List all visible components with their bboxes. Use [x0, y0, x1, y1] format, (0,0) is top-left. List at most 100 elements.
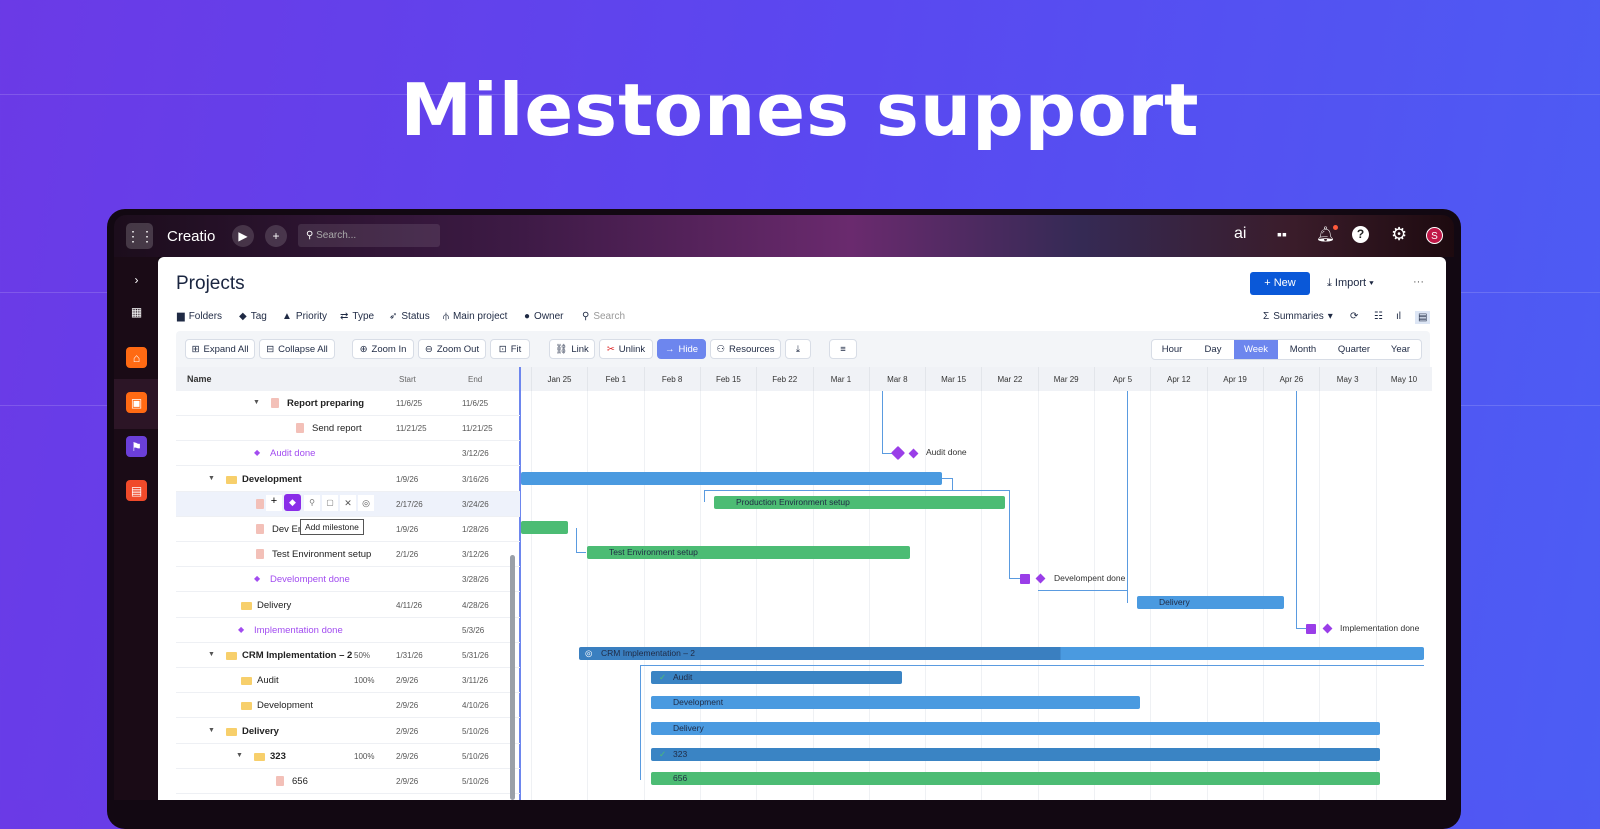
scrollbar[interactable]	[510, 555, 515, 800]
table-row[interactable]: 656 2/9/26 5/10/26	[176, 769, 520, 794]
table-row[interactable]: ◆ Develompent done 3/28/26	[176, 567, 520, 593]
collapse-toggle-icon[interactable]: ▼	[253, 399, 260, 406]
unlink-button[interactable]: ✂ Unlink	[599, 339, 653, 359]
filter-type[interactable]: ⇄ Type	[340, 311, 374, 322]
filter-tag[interactable]: ◆ Tag	[239, 311, 267, 322]
apps-icon[interactable]: ▪▪	[1277, 226, 1287, 242]
refresh-icon[interactable]: ⟳	[1350, 311, 1358, 322]
add-button[interactable]: +	[265, 225, 287, 247]
menu-button[interactable]: ≡	[829, 339, 857, 359]
bar-delivery[interactable]: Delivery	[1137, 596, 1284, 609]
hide-button[interactable]: → Hide	[657, 339, 706, 359]
help-icon[interactable]: ?	[1352, 226, 1369, 243]
add-milestone-button[interactable]: ◆	[284, 494, 301, 511]
scale-day[interactable]: Day	[1192, 340, 1234, 359]
new-button[interactable]: + New	[1250, 272, 1310, 295]
bar-production-setup[interactable]: Production Environment setup	[714, 496, 1005, 509]
row-hover-actions: + ◆ ⚲ ▢ ✕ ◎	[264, 494, 374, 512]
column-end[interactable]: End	[468, 375, 482, 384]
bar-crm-implementation[interactable]: ◎ CRM Implementation – 2	[579, 647, 1424, 660]
add-subtask-icon[interactable]: +	[266, 495, 282, 511]
scale-month[interactable]: Month	[1278, 340, 1328, 359]
scale-week[interactable]: Week	[1234, 340, 1278, 359]
table-row[interactable]: Send report 11/21/25 11/21/25	[176, 416, 520, 442]
collapse-toggle-icon[interactable]: ▼	[236, 752, 243, 759]
table-row[interactable]: ◆ Implementation done 5/3/26	[176, 618, 520, 643]
week-header: Apr 5	[1094, 367, 1150, 391]
expand-nav-icon[interactable]: ›	[126, 269, 147, 290]
dashboard-icon[interactable]: ▦	[126, 301, 147, 322]
collapse-toggle-icon[interactable]: ▼	[208, 475, 215, 482]
pin-icon[interactable]: ⚲	[304, 495, 320, 511]
scale-year[interactable]: Year	[1380, 340, 1421, 359]
gear-icon[interactable]: ⚙	[1391, 224, 1407, 245]
bar-323[interactable]: ✓ 323	[651, 748, 1380, 761]
bar-delivery-2[interactable]: Delivery	[651, 722, 1380, 735]
bar-test-setup[interactable]: Test Environment setup	[587, 546, 910, 559]
bar-656[interactable]: 656	[651, 772, 1380, 785]
zoom-out-button[interactable]: ⊖ Zoom Out	[418, 339, 486, 359]
grid-view-icon[interactable]: ☷	[1374, 311, 1383, 322]
link-button[interactable]: ⛓ Link	[549, 339, 595, 359]
fit-button[interactable]: ⊡ Fit	[490, 339, 530, 359]
row-end: 3/16/26	[462, 474, 489, 484]
bar-dev-environment[interactable]	[521, 521, 568, 534]
chart-view-icon[interactable]: ıl	[1396, 311, 1401, 322]
collapse-toggle-icon[interactable]: ▼	[208, 727, 215, 734]
filter-search-input[interactable]: ⚲ Search	[582, 311, 625, 322]
filter-owner[interactable]: ● Owner	[524, 311, 564, 322]
calendar-icon[interactable]: ▤	[126, 480, 147, 501]
table-row[interactable]: ▼ Report preparing 11/6/25 11/6/25	[176, 391, 520, 416]
bar-development[interactable]	[521, 472, 942, 485]
table-row[interactable]: ▼ Delivery 2/9/26 5/10/26	[176, 719, 520, 744]
table-row[interactable]: ◆ Audit done 3/12/26	[176, 441, 520, 467]
filter-priority[interactable]: ▲ Priority	[282, 311, 327, 322]
table-row[interactable]: ▼ Development 1/9/26 3/16/26	[176, 467, 520, 492]
scale-quarter[interactable]: Quarter	[1328, 340, 1380, 359]
table-row[interactable]: ▼ CRM Implementation – 2 50% 1/31/26 5/31/26	[176, 643, 520, 668]
flag-icon[interactable]: ⚑	[126, 436, 147, 457]
bar-development-2[interactable]: Development	[651, 696, 1140, 709]
collapse-toggle-icon[interactable]: ▼	[208, 651, 215, 658]
week-header: Apr 12	[1150, 367, 1207, 391]
zoom-in-button[interactable]: ⊕ Zoom In	[352, 339, 414, 359]
filter-main-project[interactable]: ⫛ Main project	[443, 311, 507, 322]
play-button[interactable]: ▶	[232, 225, 254, 247]
top-bar: ⋮⋮ Creatio ▶ + ⚲ Search... ai ▪▪ 🔔︎ ? ⚙ …	[114, 215, 1454, 257]
table-row[interactable]: Development 2/9/26 4/10/26	[176, 693, 520, 719]
more-button[interactable]: ···	[1413, 276, 1424, 288]
table-row[interactable]: Audit 100% 2/9/26 3/11/26	[176, 668, 520, 694]
table-row[interactable]: ▼ 323 100% 2/9/26 5/10/26	[176, 744, 520, 769]
projects-icon[interactable]: ▣	[126, 392, 147, 413]
milestone-icon: ◆	[254, 448, 261, 458]
column-name[interactable]: Name	[187, 374, 212, 384]
download-button[interactable]: ⤓	[785, 339, 811, 359]
row-name: Development	[257, 700, 313, 712]
resources-button[interactable]: ⚇ Resources	[710, 339, 781, 359]
complete-icon[interactable]: ◎	[358, 495, 374, 511]
delete-icon[interactable]: ✕	[340, 495, 356, 511]
week-header: Mar 29	[1037, 367, 1094, 391]
app-grid-button[interactable]: ⋮⋮	[126, 223, 154, 249]
summaries-dropdown[interactable]: Σ Summaries ▾	[1263, 311, 1333, 322]
copy-icon[interactable]: ▢	[322, 495, 338, 511]
avatar[interactable]: S	[1426, 227, 1443, 244]
collapse-all-button[interactable]: ⊟ Collapse All	[259, 339, 335, 359]
ai-button[interactable]: ai	[1234, 225, 1246, 243]
filter-folders[interactable]: ▆ Folders	[177, 311, 222, 322]
bar-audit[interactable]: ✓ Audit	[651, 671, 902, 684]
notification-bell-icon[interactable]: 🔔︎	[1316, 225, 1339, 243]
scale-hour[interactable]: Hour	[1152, 340, 1192, 359]
row-start: 2/9/26	[396, 676, 419, 686]
global-search-input[interactable]: ⚲ Search...	[298, 224, 440, 247]
import-button[interactable]: ⤓ Import ▾	[1327, 277, 1374, 290]
column-start[interactable]: Start	[399, 375, 416, 384]
table-row[interactable]: Test Environment setup 2/1/26 3/12/26	[176, 542, 520, 568]
home-icon[interactable]: ⌂	[126, 347, 147, 368]
gantt-view-icon[interactable]: ▤	[1415, 311, 1431, 324]
table-row[interactable]: Delivery 4/11/26 4/28/26	[176, 593, 520, 618]
milestone-label-dev: Develompent done	[1054, 573, 1126, 583]
filter-status[interactable]: ➶ Status	[389, 311, 430, 322]
row-name: CRM Implementation – 2	[242, 650, 353, 661]
expand-all-button[interactable]: ⊞ Expand All	[185, 339, 255, 359]
